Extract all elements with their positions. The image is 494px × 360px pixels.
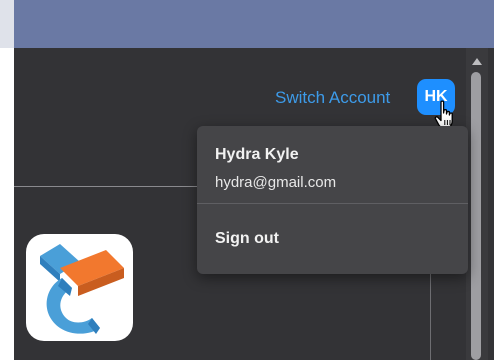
app-logo-tile — [26, 234, 133, 341]
app-logo-icon — [40, 244, 124, 334]
account-user-email: hydra@gmail.com — [215, 174, 337, 191]
top-bar — [14, 0, 494, 48]
account-dropdown-menu: Hydra Kyle hydra@gmail.com Sign out — [197, 126, 468, 274]
scroll-up-arrow-icon[interactable] — [472, 58, 482, 65]
switch-account-link[interactable]: Switch Account — [275, 88, 390, 108]
screen: Switch Account HK Hydra Kyle hydra@gmail… — [0, 0, 494, 360]
account-user-name: Hydra Kyle — [215, 146, 299, 163]
sign-out-menu-item[interactable]: Sign out — [215, 230, 279, 248]
vertical-scrollbar[interactable] — [466, 48, 488, 360]
menu-divider — [197, 203, 468, 204]
scrollbar-thumb[interactable] — [471, 72, 481, 360]
